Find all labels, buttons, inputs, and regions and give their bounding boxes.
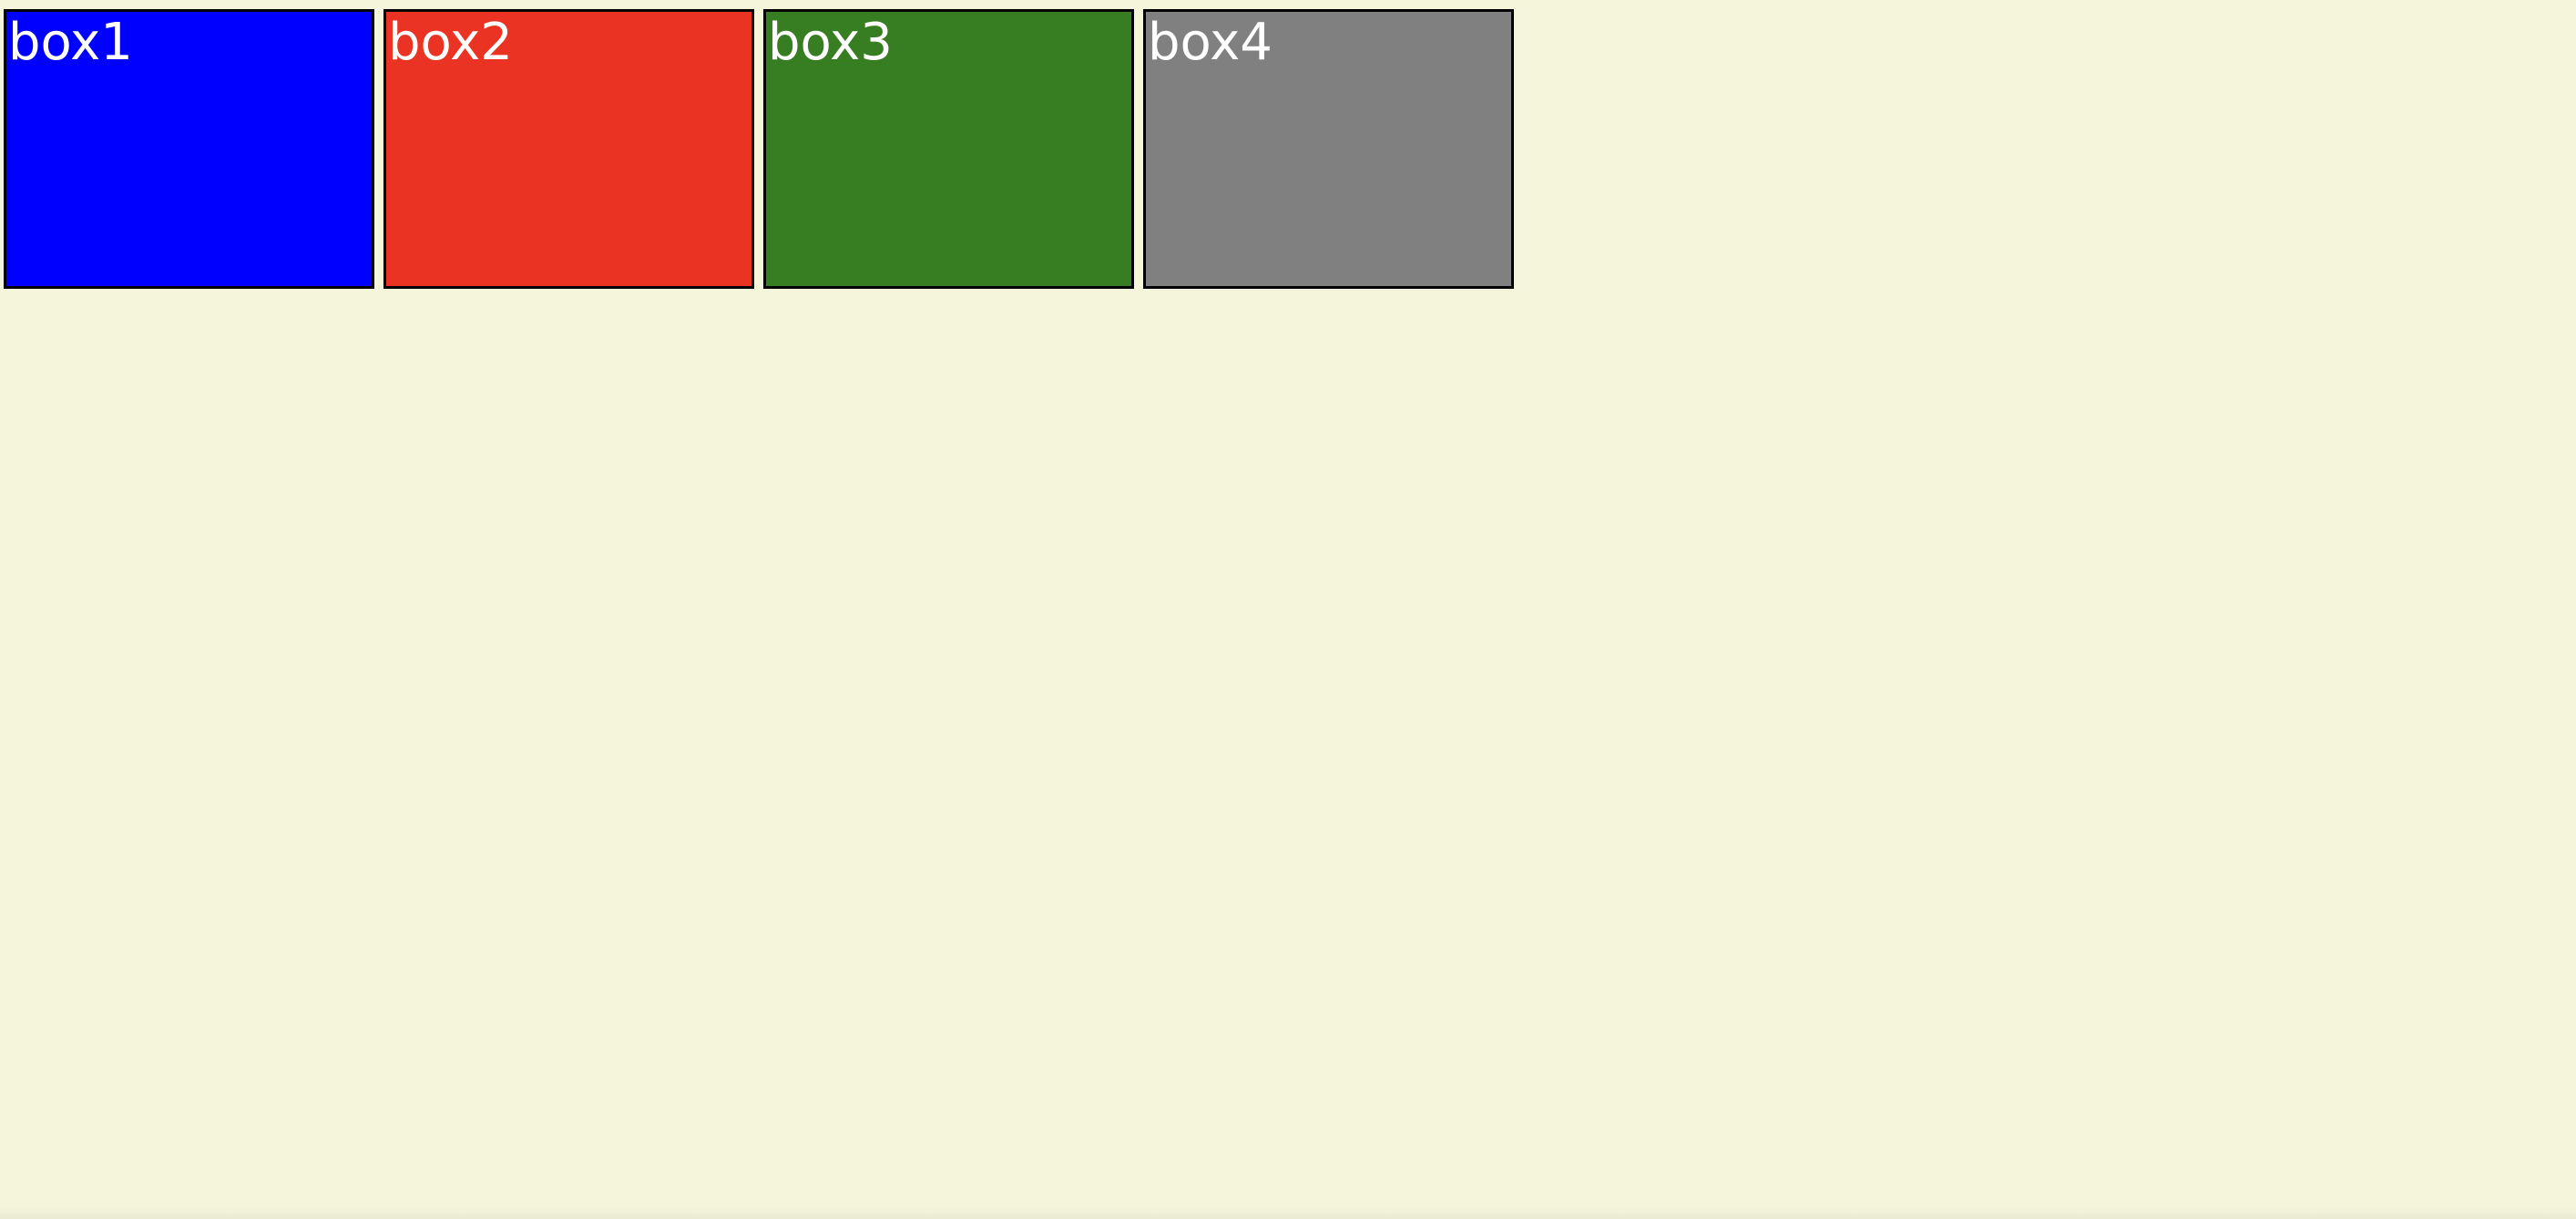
box-row: box1 box2 box3 box4 — [4, 9, 1514, 289]
box-3: box3 — [763, 9, 1134, 289]
bottom-edge-shadow — [0, 1206, 2576, 1219]
box-4: box4 — [1143, 9, 1514, 289]
box-2: box2 — [383, 9, 754, 289]
box-4-label: box4 — [1148, 13, 1273, 72]
box-1-label: box1 — [8, 13, 133, 72]
box-1: box1 — [4, 9, 374, 289]
box-2-label: box2 — [388, 13, 513, 72]
page-canvas: box1 box2 box3 box4 — [0, 0, 2576, 1219]
box-3-label: box3 — [768, 13, 893, 72]
